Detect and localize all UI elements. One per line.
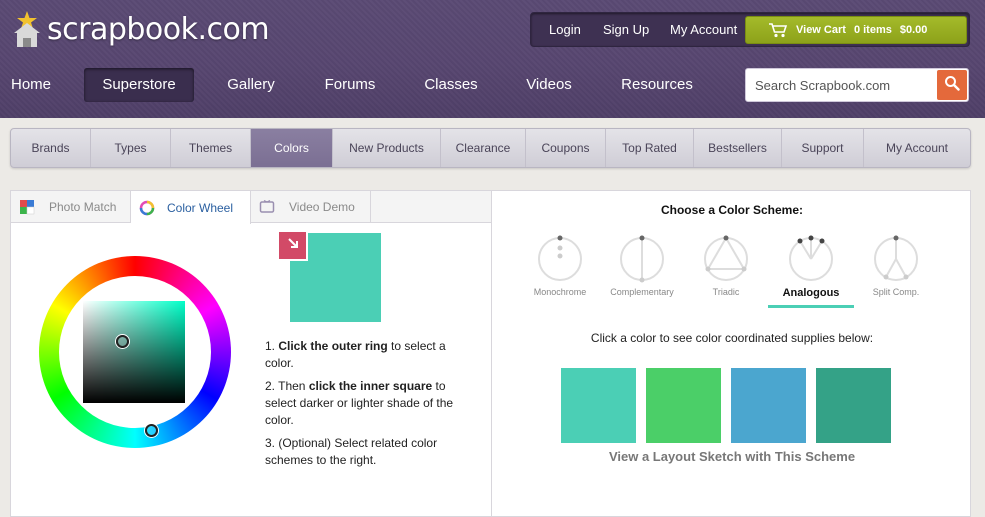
view-cart-button[interactable]: View Cart 0 items $0.00	[745, 16, 967, 44]
search-input[interactable]	[746, 69, 936, 101]
color-wheel[interactable]	[39, 256, 231, 448]
click-color-prompt: Click a color to see color coordinated s…	[590, 331, 874, 345]
nav-superstore[interactable]: Superstore	[84, 68, 194, 102]
subnav-support[interactable]: Support	[782, 129, 864, 167]
account-bar: Login Sign Up My Account View Cart 0 ite…	[530, 12, 970, 47]
shade-picker-handle[interactable]	[116, 335, 129, 348]
tab-color-wheel[interactable]: Color Wheel	[131, 191, 251, 224]
instruction-step-3: 3. (Optional) Select related color schem…	[265, 436, 438, 467]
nav-home[interactable]: Home	[0, 68, 62, 102]
tab-video-demo-label: Video Demo	[289, 200, 355, 214]
subnav-brands[interactable]: Brands	[11, 129, 91, 167]
instruction-step-1: 1. Click the outer ring to select a colo…	[265, 339, 446, 370]
nav-gallery[interactable]: Gallery	[214, 68, 288, 102]
tab-photo-match[interactable]: Photo Match	[11, 191, 131, 223]
video-icon	[259, 199, 275, 215]
scheme-split-comp-label: Split Comp.	[872, 287, 920, 297]
split-comp-scheme-icon	[874, 235, 918, 281]
tab-photo-match-label: Photo Match	[49, 200, 117, 214]
scheme-triadic-label: Triadic	[712, 287, 740, 297]
subnav-top-rated[interactable]: Top Rated	[606, 129, 694, 167]
shopping-cart-icon	[768, 22, 788, 38]
subnav-colors[interactable]: Colors	[251, 129, 333, 167]
triadic-scheme-icon	[704, 235, 748, 281]
scheme-analogous[interactable]: Analogous	[771, 235, 851, 299]
scheme-triadic[interactable]: Triadic	[686, 235, 766, 297]
arrow-down-right-icon	[286, 236, 300, 255]
hue-picker-handle[interactable]	[145, 424, 158, 437]
scheme-monochrome-label: Monochrome	[533, 287, 587, 297]
tab-color-wheel-label: Color Wheel	[167, 200, 234, 215]
search-box	[745, 68, 969, 102]
nav-classes[interactable]: Classes	[414, 68, 488, 102]
color-wheel-icon	[139, 200, 155, 216]
house-star-logo-icon	[10, 9, 44, 49]
my-account-link[interactable]: My Account	[670, 22, 737, 37]
login-link[interactable]: Login	[549, 22, 581, 37]
scheme-analogous-label: Analogous	[782, 287, 840, 299]
scheme-color-swatch-2[interactable]	[646, 368, 721, 443]
scheme-color-swatch-4[interactable]	[816, 368, 891, 443]
subnav-clearance[interactable]: Clearance	[441, 129, 526, 167]
shade-square[interactable]	[83, 301, 185, 403]
picker-tabs: Photo Match Color Wheel Video Demo	[11, 191, 491, 224]
color-picker-panel: Photo Match Color Wheel Video Demo 1. Cl…	[10, 190, 491, 517]
previous-color-swatch[interactable]	[277, 230, 308, 261]
signup-link[interactable]: Sign Up	[603, 22, 649, 37]
complementary-scheme-icon	[620, 235, 664, 283]
category-subnav: Brands Types Themes Colors New Products …	[10, 128, 971, 168]
subnav-types[interactable]: Types	[91, 129, 171, 167]
scheme-split-complementary[interactable]: Split Comp.	[856, 235, 936, 297]
search-icon	[944, 75, 960, 96]
subnav-new-products[interactable]: New Products	[333, 129, 441, 167]
picker-instructions: 1. Click the outer ring to select a colo…	[265, 338, 455, 475]
photo-match-icon	[19, 199, 35, 215]
analogous-scheme-icon	[789, 235, 833, 281]
color-scheme-panel: Choose a Color Scheme: Monochrome Comple…	[491, 190, 971, 517]
scheme-complementary[interactable]: Complementary	[602, 235, 682, 297]
subnav-bestsellers[interactable]: Bestsellers	[694, 129, 782, 167]
nav-forums[interactable]: Forums	[312, 68, 388, 102]
tab-video-demo[interactable]: Video Demo	[251, 191, 371, 223]
subnav-my-account[interactable]: My Account	[864, 129, 970, 167]
subnav-coupons[interactable]: Coupons	[526, 129, 606, 167]
cart-total: $0.00	[899, 24, 928, 36]
instruction-step-2: 2. Then click the inner square to select…	[265, 379, 454, 427]
scheme-active-indicator	[768, 305, 854, 308]
site-header: scrapbook.com Login Sign Up My Account V…	[0, 0, 985, 118]
site-logo[interactable]: scrapbook.com	[10, 8, 270, 50]
cart-items: 0 items	[853, 24, 892, 36]
nav-videos[interactable]: Videos	[512, 68, 586, 102]
scheme-monochrome[interactable]: Monochrome	[520, 235, 600, 297]
scheme-complementary-label: Complementary	[610, 287, 674, 297]
nav-resources[interactable]: Resources	[612, 68, 702, 102]
scheme-title: Choose a Color Scheme:	[660, 203, 804, 217]
layout-sketch-link[interactable]: View a Layout Sketch with This Scheme	[492, 449, 972, 464]
main-nav: Home Superstore Gallery Forums Classes V…	[0, 68, 740, 104]
scheme-color-swatch-3[interactable]	[731, 368, 806, 443]
monochrome-scheme-icon	[538, 235, 582, 281]
subnav-themes[interactable]: Themes	[171, 129, 251, 167]
cart-label: View Cart	[796, 24, 846, 36]
logo-text: scrapbook.com	[47, 11, 270, 47]
scheme-color-swatch-1[interactable]	[561, 368, 636, 443]
search-button[interactable]	[937, 70, 967, 100]
